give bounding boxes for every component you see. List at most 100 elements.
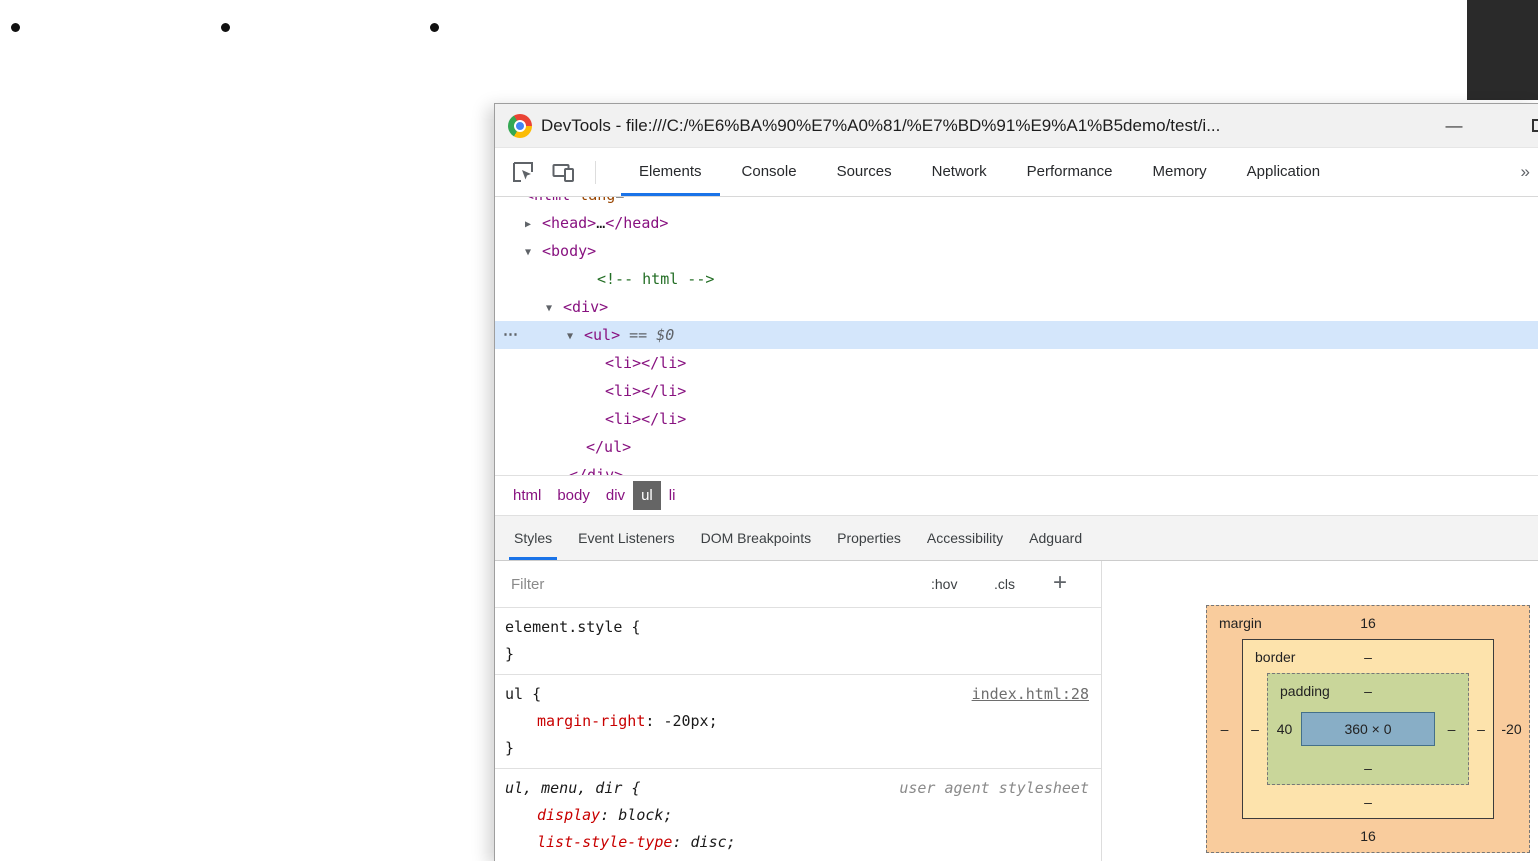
dom-row[interactable]: <li></li> <box>495 405 1538 433</box>
rule-header: index.html:28 ul { <box>495 681 1101 708</box>
breadcrumb-item-li[interactable]: li <box>661 481 684 510</box>
more-tabs-icon[interactable]: » <box>1515 148 1536 196</box>
tab-performance[interactable]: Performance <box>1007 148 1133 196</box>
margin-label: margin <box>1219 614 1262 631</box>
list-item-bullet <box>221 23 230 32</box>
stylesheet-link[interactable]: index.html:28 <box>972 681 1089 708</box>
styles-sidebar: margin 16 – border – – padding – 40 360 … <box>1101 561 1538 861</box>
collapse-arrow-icon[interactable]: ▼ <box>567 323 584 351</box>
rule-selector[interactable]: element.style <box>505 618 622 636</box>
dom-row[interactable]: <li></li> <box>495 349 1538 377</box>
tab-sources[interactable]: Sources <box>817 148 912 196</box>
collapse-arrow-icon[interactable]: ▼ <box>546 295 563 323</box>
tab-event-listeners[interactable]: Event Listeners <box>565 516 688 560</box>
dom-row[interactable]: ▶ <head>…</head> <box>495 209 1538 237</box>
box-model-border[interactable]: border – – padding – 40 360 × 0 – – – – <box>1242 639 1494 819</box>
dom-tree: <html lang=▶<head>…</head>▼<body><!-- ht… <box>495 197 1538 475</box>
breadcrumb-item-ul[interactable]: ul <box>633 481 661 510</box>
box-model-margin[interactable]: margin 16 – border – – padding – 40 360 … <box>1206 605 1530 853</box>
breadcrumb-item-div[interactable]: div <box>598 481 633 510</box>
css-property-name[interactable]: list-style-type <box>537 833 672 851</box>
filter-input[interactable] <box>511 570 891 598</box>
stylesheet-origin: user agent stylesheet <box>899 779 1089 797</box>
dom-row[interactable]: </ul> <box>495 433 1538 461</box>
breadcrumb-item-html[interactable]: html <box>505 481 549 510</box>
devtools-window: DevTools - file:///C:/%E6%BA%90%E7%A0%81… <box>494 103 1538 861</box>
box-model-content[interactable]: 360 × 0 <box>1301 712 1435 746</box>
rule-close-brace: } <box>505 739 515 757</box>
style-rule: element.style {} <box>495 608 1101 675</box>
tab-memory[interactable]: Memory <box>1133 148 1227 196</box>
rule-selector[interactable]: ul, menu, dir <box>505 779 622 797</box>
breadcrumb-item-body[interactable]: body <box>549 481 598 510</box>
margin-top-value[interactable]: 16 <box>1360 615 1376 631</box>
breadcrumb: html body div ul li <box>495 475 1538 516</box>
dom-row[interactable]: ▼ <div> <box>495 293 1538 321</box>
dom-row[interactable]: ⋯ ▼ <ul> == $0 <box>495 321 1538 349</box>
dom-token: lang <box>570 197 615 204</box>
rule-close-brace: } <box>505 645 515 663</box>
tab-properties[interactable]: Properties <box>824 516 914 560</box>
border-right-value[interactable]: – <box>1469 721 1493 737</box>
margin-right-value[interactable]: -20 <box>1494 721 1529 737</box>
tab-network[interactable]: Network <box>912 148 1007 196</box>
box-model-padding[interactable]: padding – 40 360 × 0 – – <box>1267 673 1469 785</box>
new-style-rule-button[interactable]: + <box>1053 561 1067 605</box>
css-property[interactable]: display: block; <box>495 802 1101 829</box>
tab-accessibility[interactable]: Accessibility <box>914 516 1016 560</box>
chrome-logo-icon <box>508 114 532 138</box>
dom-token: <!-- html --> <box>597 270 715 288</box>
dom-token: <body> <box>542 242 597 260</box>
list-item-bullet <box>430 23 439 32</box>
tab-console[interactable]: Console <box>722 148 817 196</box>
style-rule: user agent stylesheet ul, menu, dir {disp… <box>495 769 1101 861</box>
css-property-value[interactable]: block <box>618 806 663 824</box>
dom-token: <li></li> <box>605 382 687 400</box>
border-top-value[interactable]: – <box>1364 649 1372 665</box>
dom-row[interactable]: </div> <box>495 461 1538 475</box>
tab-styles[interactable]: Styles <box>501 516 565 560</box>
css-property[interactable]: list-style-type: disc; <box>495 829 1101 856</box>
css-property[interactable]: margin-block-start: 1em; <box>495 856 1101 861</box>
minimize-button[interactable]: — <box>1433 104 1475 148</box>
dom-token: … <box>596 214 606 232</box>
tab-dom-breakpoints[interactable]: DOM Breakpoints <box>688 516 824 560</box>
padding-top-value[interactable]: – <box>1364 683 1372 699</box>
dom-token: </head> <box>605 214 669 232</box>
dom-row[interactable]: <li></li> <box>495 377 1538 405</box>
toggle-element-classes-button[interactable]: .cls <box>994 561 1015 608</box>
inspect-element-icon[interactable] <box>511 160 535 184</box>
border-left-value[interactable]: – <box>1243 721 1267 737</box>
list-item-bullet <box>11 23 20 32</box>
toolbar-divider <box>595 161 596 184</box>
margin-left-value[interactable]: – <box>1207 721 1242 737</box>
expand-arrow-icon[interactable]: ▶ <box>525 211 542 239</box>
padding-left-value[interactable]: 40 <box>1268 721 1301 737</box>
tab-elements[interactable]: Elements <box>619 148 722 196</box>
css-property[interactable]: margin-right: -20px; <box>495 708 1101 735</box>
maximize-button[interactable] <box>1523 104 1538 148</box>
padding-bottom-value[interactable]: – <box>1364 760 1372 776</box>
padding-right-value[interactable]: – <box>1435 721 1468 737</box>
dom-row[interactable]: <!-- html --> <box>495 265 1538 293</box>
device-toolbar-icon[interactable] <box>551 160 575 184</box>
window-title: DevTools - file:///C:/%E6%BA%90%E7%A0%81… <box>541 116 1221 135</box>
margin-bottom-value[interactable]: 16 <box>1360 828 1376 844</box>
rule-header: user agent stylesheet ul, menu, dir { <box>495 775 1101 802</box>
more-actions-icon[interactable]: ⋯ <box>503 321 518 349</box>
dom-token: </div> <box>569 466 624 475</box>
toggle-pseudo-class-button[interactable]: :hov <box>931 561 957 608</box>
border-bottom-value[interactable]: – <box>1364 794 1372 810</box>
css-property-name[interactable]: margin-right <box>537 712 645 730</box>
css-property-value[interactable]: -20px <box>663 712 708 730</box>
box-model: margin 16 – border – – padding – 40 360 … <box>1206 605 1530 853</box>
css-property-value[interactable]: disc <box>691 833 727 851</box>
tab-adguard[interactable]: Adguard <box>1016 516 1095 560</box>
rule-selector[interactable]: ul <box>505 685 523 703</box>
dom-row[interactable]: ▼ <body> <box>495 237 1538 265</box>
collapse-arrow-icon[interactable]: ▼ <box>525 239 542 267</box>
style-sections: element.style {} index.html:28 ul {margin-… <box>495 608 1101 861</box>
css-property-name[interactable]: display <box>537 806 600 824</box>
dom-row[interactable]: <html lang= <box>495 197 1538 209</box>
tab-application[interactable]: Application <box>1227 148 1340 196</box>
